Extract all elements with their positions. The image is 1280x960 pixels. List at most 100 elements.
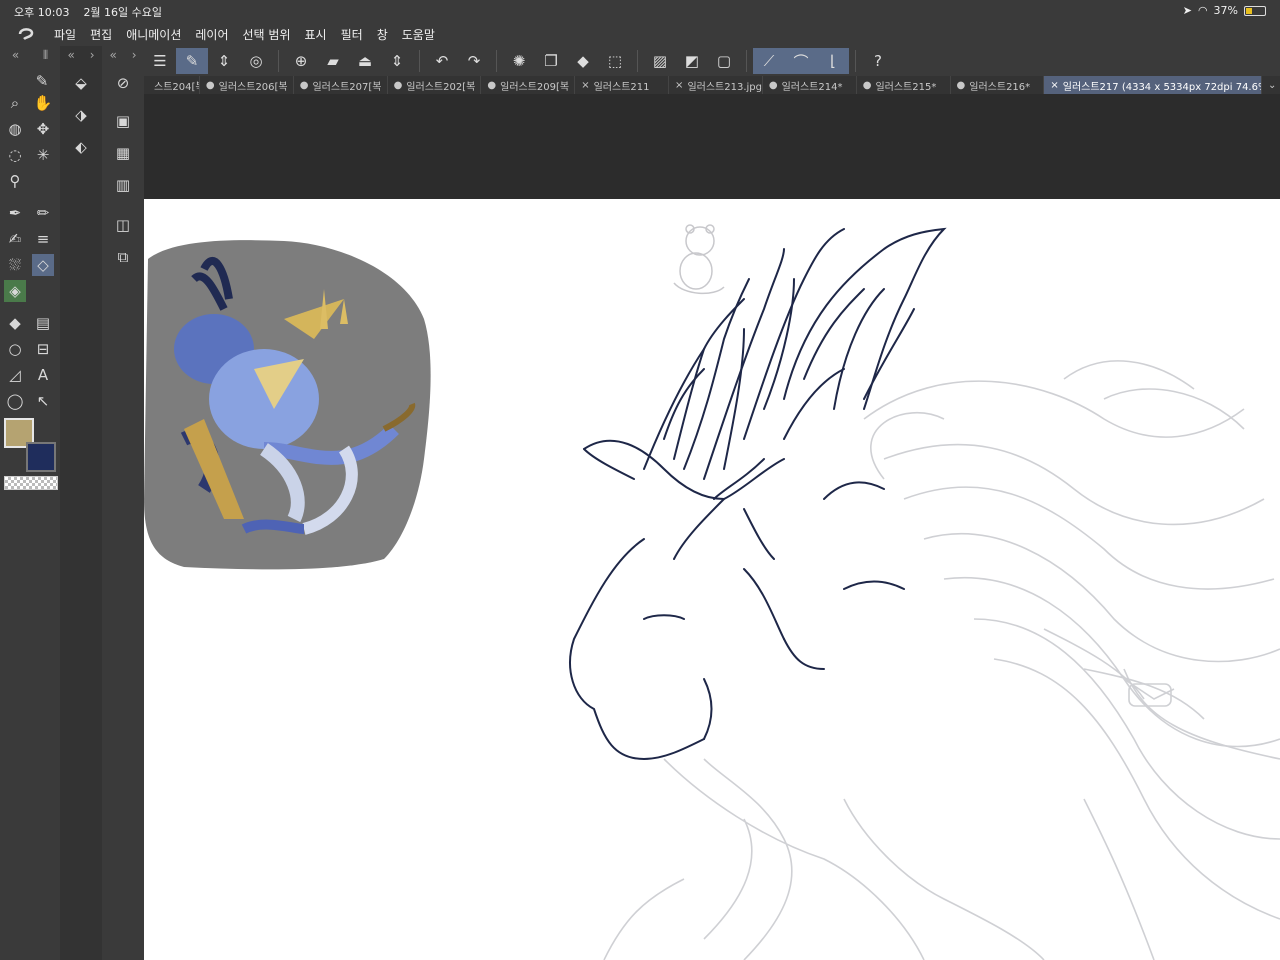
doc-tab[interactable]: ● 일러스트207[복: [294, 76, 388, 94]
menu-selection[interactable]: 선택 범위: [243, 26, 291, 43]
sub-tool-palette: « › ⬙ ⬗ ⬖: [60, 46, 102, 960]
tool-palette: «⦀ ✎ ⌕ ✋ ◍ ✥ ◌ ✳ ⚲ ✒ ✏ ✍ ≡ ⛆ ◇ ◈ ◆ ▤ ○ ⊟…: [0, 46, 60, 960]
shape-icon[interactable]: ○: [4, 338, 26, 360]
doc-tab[interactable]: ● 일러스트206[복: [200, 76, 294, 94]
updown-icon[interactable]: ⇕: [381, 48, 413, 74]
expand-icon[interactable]: «: [109, 48, 116, 62]
expand-icon[interactable]: «: [67, 48, 74, 62]
divider: [855, 50, 856, 72]
collapse-icon[interactable]: ›: [90, 48, 95, 62]
divider: [637, 50, 638, 72]
doc-tab[interactable]: ● 일러스트215*: [857, 76, 951, 94]
border-icon[interactable]: ▢: [708, 48, 740, 74]
eraser-soft-icon[interactable]: ⬗: [70, 104, 92, 126]
stabilize-2-icon[interactable]: ⌒: [785, 48, 817, 74]
doc-tab[interactable]: × 일러스트213.jpg: [669, 76, 763, 94]
tool-panels: «⦀ ✎ ⌕ ✋ ◍ ✥ ◌ ✳ ⚲ ✒ ✏ ✍ ≡ ⛆ ◇ ◈ ◆ ▤ ○ ⊟…: [0, 46, 144, 960]
open-folder-icon[interactable]: ▰: [317, 48, 349, 74]
sub-color-swatch[interactable]: [26, 442, 56, 472]
blend-icon[interactable]: ◈: [4, 280, 26, 302]
navigator-icon[interactable]: ⊘: [112, 72, 134, 94]
menu-file[interactable]: 파일: [54, 26, 76, 43]
doc-tab[interactable]: 스트204[복: [144, 76, 200, 94]
fill-icon[interactable]: ◆: [4, 312, 26, 334]
brush-icon[interactable]: ✍: [4, 228, 26, 250]
pen-tab-icon[interactable]: ✎: [28, 70, 56, 92]
airbrush-icon[interactable]: ⛆: [4, 254, 26, 276]
doc-tab[interactable]: ● 일러스트214*: [763, 76, 857, 94]
doc-tab[interactable]: ● 일러스트216*: [951, 76, 1045, 94]
canvas-area[interactable]: [144, 94, 1280, 960]
magic-wand-icon[interactable]: ✳: [32, 144, 54, 166]
balloon-icon[interactable]: ◯: [4, 390, 26, 412]
undo-icon[interactable]: ↶: [426, 48, 458, 74]
spiral-icon[interactable]: ◎: [240, 48, 272, 74]
menu-icon[interactable]: ☰: [144, 48, 176, 74]
text-icon[interactable]: A: [32, 364, 54, 386]
fill-icon[interactable]: ◆: [567, 48, 599, 74]
status-bar: 오후 10:03 2월 16일 수요일 ➤ ◠ 37%: [0, 0, 1280, 22]
menu-layer[interactable]: 레이어: [195, 26, 228, 43]
eraser-hard-icon[interactable]: ⬙: [70, 72, 92, 94]
eyedropper-icon[interactable]: ⚲: [4, 170, 26, 192]
app-logo-icon[interactable]: [16, 24, 36, 44]
transform-icon[interactable]: ⬚: [599, 48, 631, 74]
transparent-color-swatch[interactable]: [4, 476, 58, 490]
pencil-icon[interactable]: ✏: [32, 202, 54, 224]
line-art: [569, 227, 947, 761]
rotate-icon[interactable]: ◍: [4, 118, 26, 140]
collapse-icon[interactable]: «: [12, 48, 19, 62]
hand-icon[interactable]: ✋: [32, 92, 54, 114]
redo-icon[interactable]: ↷: [458, 48, 490, 74]
layers-icon[interactable]: ◫: [112, 214, 134, 236]
doc-tab[interactable]: ● 일러스트202[복: [388, 76, 482, 94]
copy-icon[interactable]: ❐: [535, 48, 567, 74]
collapse-row: «›: [102, 46, 144, 64]
deselect-icon[interactable]: ▨: [644, 48, 676, 74]
menu-help[interactable]: 도움말: [402, 26, 435, 43]
menu-animation[interactable]: 애니메이션: [126, 26, 181, 43]
decoration-icon[interactable]: ≡: [32, 228, 54, 250]
help-icon[interactable]: ?: [862, 48, 894, 74]
new-file-icon[interactable]: ⊕: [285, 48, 317, 74]
zoom-icon[interactable]: ⌕: [4, 92, 26, 114]
menu-edit[interactable]: 편집: [90, 26, 112, 43]
drawing-canvas[interactable]: [144, 199, 1280, 960]
ruler-icon[interactable]: ◿: [4, 364, 26, 386]
menu-view[interactable]: 표시: [305, 26, 327, 43]
pen-select-icon[interactable]: ✎: [176, 48, 208, 74]
battery-percent: 37%: [1213, 4, 1238, 17]
stabilize-3-icon[interactable]: ⌊: [817, 48, 849, 74]
doc-tab-active[interactable]: × 일러스트217 (4334 x 5334px 72dpi 74.6%): [1044, 76, 1262, 94]
doc-tab[interactable]: × 일러스트211: [575, 76, 670, 94]
document-tabs: 스트204[복 ● 일러스트206[복 ● 일러스트207[복 ● 일러스트202[복…: [144, 76, 1280, 94]
invert-icon[interactable]: ◩: [676, 48, 708, 74]
loading-icon[interactable]: ✺: [503, 48, 535, 74]
sketch-bear: [673, 224, 725, 295]
eraser-vector-icon[interactable]: ⬖: [70, 136, 92, 158]
menu-window[interactable]: 창: [377, 26, 388, 43]
frame-icon[interactable]: ⊟: [32, 338, 54, 360]
wifi-icon: ◠: [1197, 4, 1208, 17]
grip-icon: ⦀: [42, 47, 49, 62]
sub-view-icon[interactable]: ▣: [112, 110, 134, 132]
lasso-icon[interactable]: ◌: [4, 144, 26, 166]
save-icon[interactable]: ⏏: [349, 48, 381, 74]
tabs-dropdown-icon[interactable]: ⌄: [1262, 76, 1280, 94]
color-set-icon[interactable]: ▦: [112, 142, 134, 164]
eraser-icon[interactable]: ◇: [32, 254, 54, 276]
battery-icon: [1244, 5, 1266, 16]
pen-icon[interactable]: ✒: [4, 202, 26, 224]
collapse-icon[interactable]: ›: [132, 48, 137, 62]
doc-tab[interactable]: ● 일러스트209[복: [481, 76, 576, 94]
collapse-row: «⦀: [0, 46, 60, 64]
updown-icon[interactable]: ⇕: [208, 48, 240, 74]
move-icon[interactable]: ✥: [32, 118, 54, 140]
menu-filter[interactable]: 필터: [341, 26, 363, 43]
gradient-icon[interactable]: ▤: [32, 312, 54, 334]
layer-property-icon[interactable]: ⧉: [112, 246, 134, 268]
timeline-icon[interactable]: ▥: [112, 174, 134, 196]
stabilize-1-icon[interactable]: ⟋: [753, 48, 785, 74]
object-icon[interactable]: ↖: [32, 390, 54, 412]
location-icon: ➤: [1182, 4, 1192, 17]
